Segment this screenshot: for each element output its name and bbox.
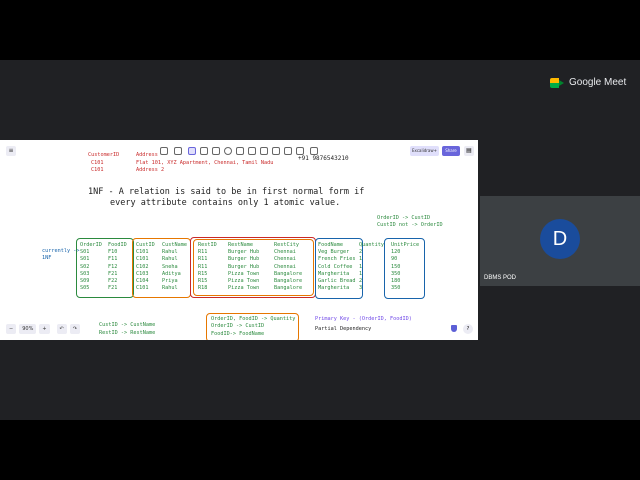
ellipse-tool-icon[interactable] [224,147,232,155]
customer-row1-id: C101 [91,160,104,166]
pencil-tool-icon[interactable] [260,147,268,155]
avatar: D [540,219,580,259]
zoom-in-button[interactable]: + [39,324,50,334]
col-custname: CustName Rahul Rahul Sneha Aditya Priya Rahul [162,242,187,292]
undo-button[interactable]: ↶ [56,324,67,334]
primary-key-note: Primary Key - (OrderID, FoodID) [315,316,412,322]
diamond-tool-icon[interactable] [212,147,220,155]
share-button[interactable]: Share [442,146,460,156]
col-foodid: FoodID F10 F11 F12 F21 F22 F21 [108,242,127,292]
rectangle-tool-icon[interactable] [200,147,208,155]
col-orderid: OrderID S01 S01 S02 S03 S09 S05 [80,242,102,292]
zoom-controls: − 90% + ↶ ↷ [6,324,80,334]
fd-top-2: CustID not -> OrderID [377,222,443,228]
col-custid: CustID C101 C101 C102 C103 C104 C101 [136,242,155,292]
customer-row2-id: C101 [91,167,104,173]
col-restname: RestName Burger Hub Burger Hub Burger Hub Pi… [228,242,260,292]
selection-tool-icon[interactable] [188,147,196,155]
zoom-out-button[interactable]: − [6,324,17,334]
menu-icon[interactable]: ≡ [6,146,16,156]
customer-row1-address: Flat 101, XYZ Apartment, Chennai, Tamil … [136,160,274,166]
lock-icon[interactable] [160,147,168,155]
col-unitprice: UnitPrice 120 90 150 350 180 350 [391,242,420,292]
partial-dependency-note: Partial Dependency [315,326,372,332]
fd-top-1: OrderID -> CustID [377,215,431,221]
line-tool-icon[interactable] [248,147,256,155]
image-tool-icon[interactable] [284,147,292,155]
definition-line-2: every attribute contains only 1 atomic v… [110,198,341,208]
help-button[interactable]: ? [463,324,473,334]
customer-header-address: Address [136,152,158,158]
zoom-level[interactable]: 90% [19,324,37,334]
customer-header-id: CustomerID [88,152,120,158]
hand-tool-icon[interactable] [174,147,182,155]
fd-box-2: OrderID -> CustID [211,323,265,329]
fd-bottom-2: RestID -> RestName [99,330,156,336]
currently-label: currently -> [42,248,80,254]
excalidraw-plus-button[interactable]: Excalidraw+ [410,146,439,156]
fd-box-3: FoodID-> FoodName [211,331,265,337]
customer-phone: +91 9876543210 [298,155,349,162]
text-tool-icon[interactable] [272,147,280,155]
col-foodname: FoodName Veg Burger French Fries Cold Coffe… [318,242,356,292]
more-tools-icon[interactable] [310,147,318,155]
col-restid: RestID R11 R11 R11 R15 R15 R18 [198,242,217,292]
brand-label: Google Meet [569,77,627,88]
fd-bottom-1: CustID -> CustName [99,322,156,328]
arrow-tool-icon[interactable] [236,147,244,155]
nf-label: 1NF [42,255,52,261]
redo-button[interactable]: ↷ [69,324,80,334]
col-restcity: RestCity Chennai Chennai Chennai Bangalore Ba… [274,242,303,292]
eraser-tool-icon[interactable] [296,147,304,155]
whiteboard-canvas[interactable]: ≡ Excalidraw+ Share ▤ CustomerID Address… [0,140,478,340]
meet-window: Google Meet D DBMS POD ≡ Excalidraw+ Sha… [0,0,640,480]
definition-line-1: 1NF - A relation is said to be in first … [88,187,365,197]
participant-name: DBMS POD [484,275,517,281]
library-icon[interactable]: ▤ [464,146,474,156]
col-quantity: Quantity 2 1 1 1 2 3 [359,242,384,292]
fd-box-1: OrderID, FoodID -> Quantity [211,316,296,322]
customer-row2-address: Address 2 [136,167,165,173]
shield-icon[interactable] [451,325,457,332]
google-meet-logo-icon [550,77,564,88]
google-meet-brand: Google Meet [550,77,626,88]
